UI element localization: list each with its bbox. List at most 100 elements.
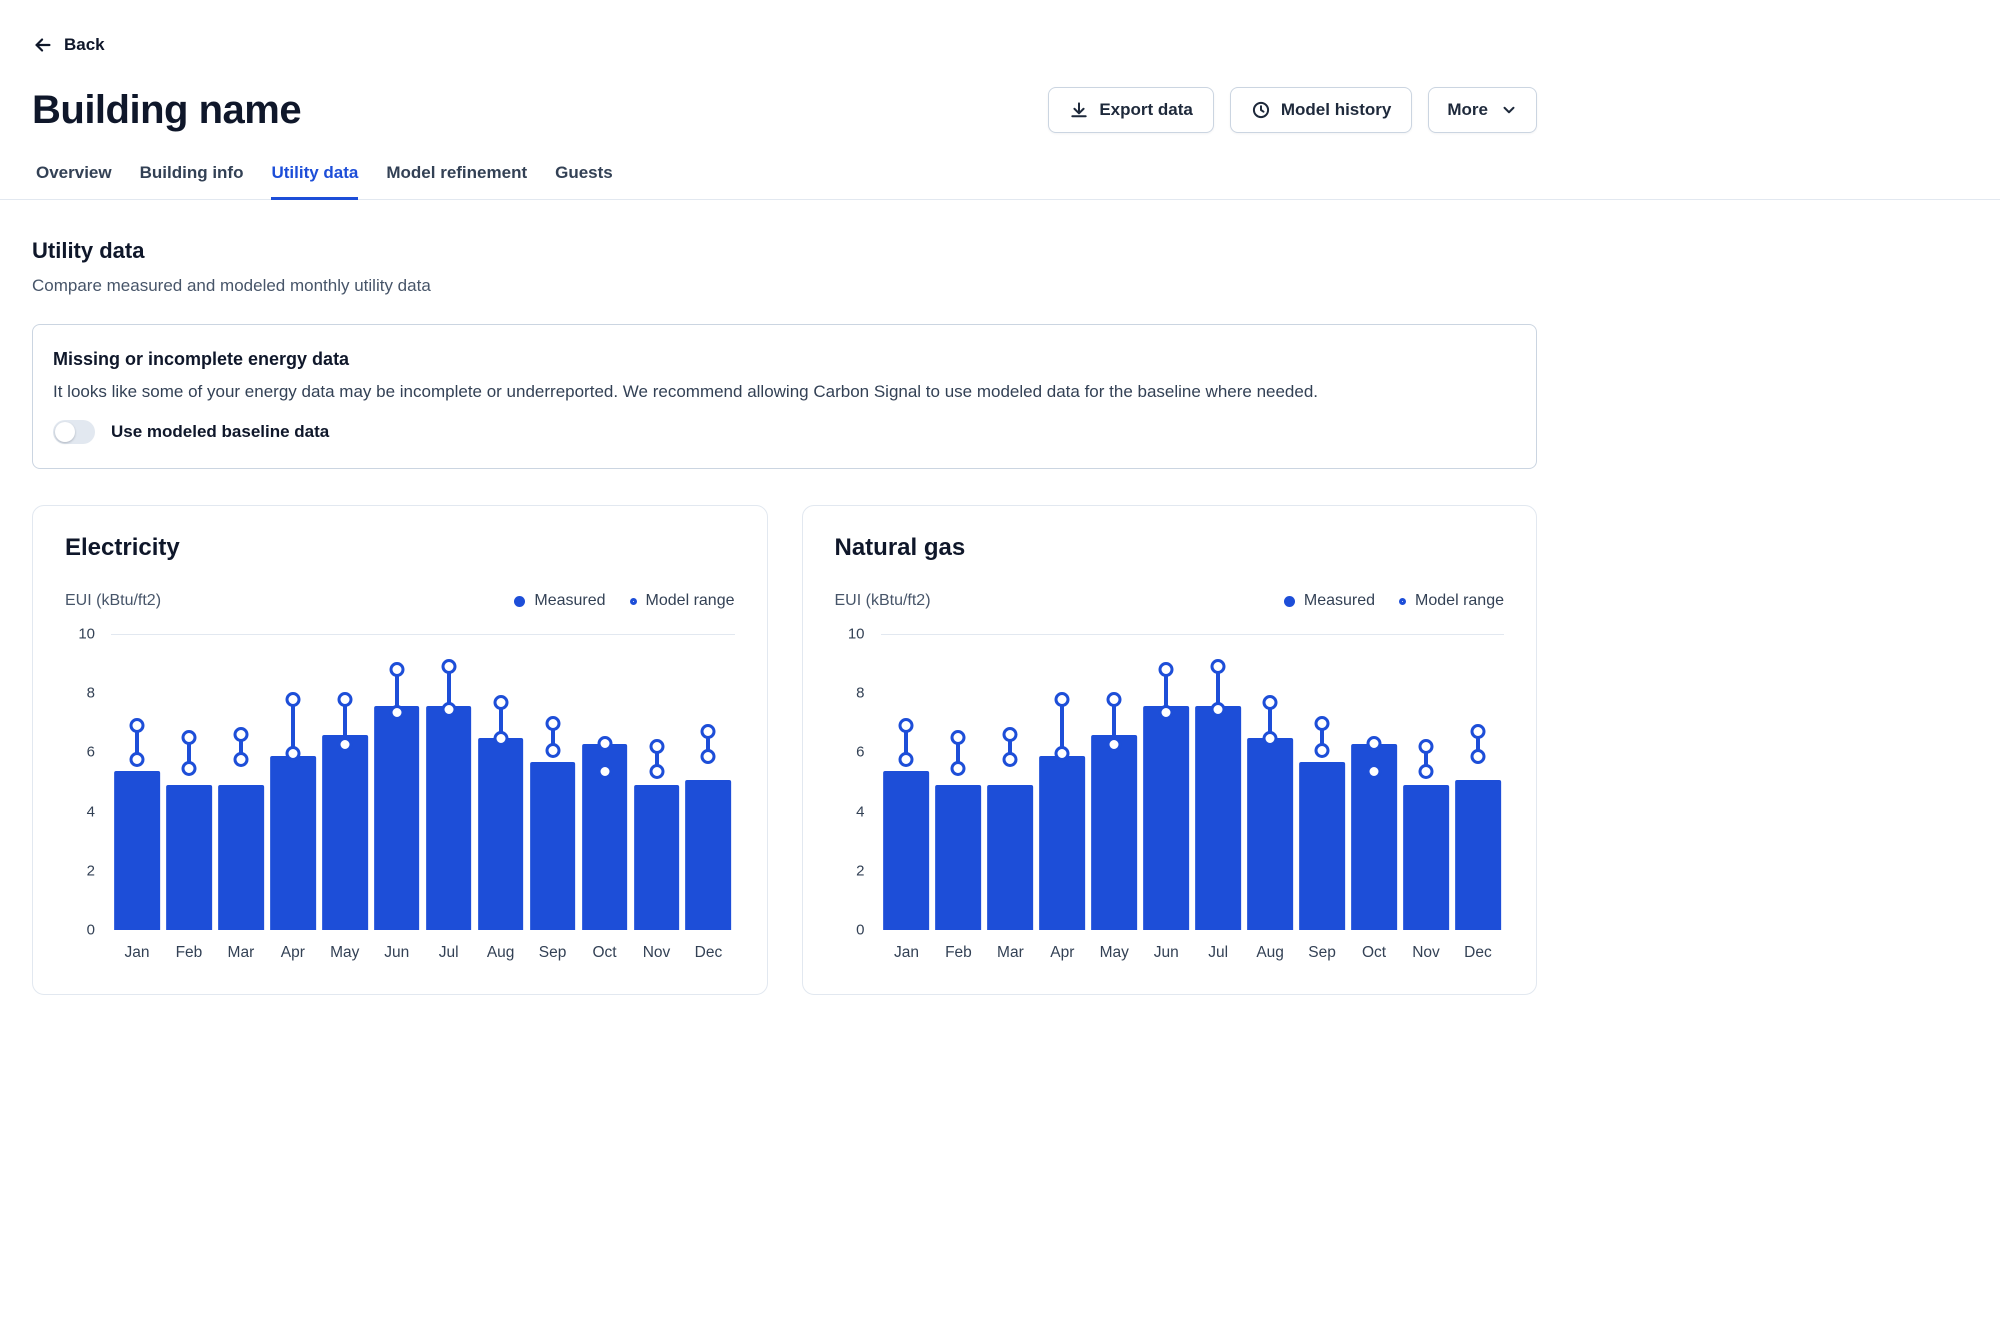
model-history-button[interactable]: Model history	[1230, 87, 1413, 133]
measured-bar	[114, 771, 160, 930]
measured-dot-icon	[1284, 596, 1295, 607]
chart-column	[475, 635, 527, 930]
chart-body: 0246810 JanFebMarAprMayJunJulAugSepOctNo…	[835, 634, 1505, 962]
chart-body: 0246810 JanFebMarAprMayJunJulAugSepOctNo…	[65, 634, 735, 962]
alert-title: Missing or incomplete energy data	[53, 349, 1516, 370]
y-tick-label: 2	[856, 862, 864, 879]
model-range-whisker	[904, 726, 908, 758]
y-tick-label: 8	[856, 685, 864, 702]
tab-model-refinement[interactable]: Model refinement	[386, 163, 527, 200]
chart-column	[371, 635, 423, 930]
x-tick-label: Aug	[475, 944, 527, 962]
measured-dot-icon	[514, 596, 525, 607]
y-tick-label: 10	[78, 626, 95, 643]
model-range-whisker	[1164, 670, 1168, 711]
y-axis-label: EUI (kBtu/ft2)	[65, 592, 161, 610]
y-tick-label: 8	[87, 685, 95, 702]
y-axis-label: EUI (kBtu/ft2)	[835, 592, 931, 610]
chart-column	[579, 635, 631, 930]
tab-building-info[interactable]: Building info	[140, 163, 244, 200]
model-range-ring-icon	[630, 598, 637, 605]
chart-column	[1088, 635, 1140, 930]
y-tick-label: 0	[856, 922, 864, 939]
model-range-whisker	[1320, 724, 1324, 751]
model-range-ring-icon	[1399, 598, 1406, 605]
x-tick-label: Aug	[1244, 944, 1296, 962]
chart-column	[1452, 635, 1504, 930]
chart-column	[1296, 635, 1348, 930]
back-arrow-icon	[32, 34, 54, 56]
y-tick-label: 10	[848, 626, 865, 643]
model-range-whisker	[499, 703, 503, 738]
measured-bar	[884, 771, 930, 930]
page: Back Building name Export data Model his…	[0, 0, 1537, 995]
measured-bar	[1247, 738, 1293, 930]
x-tick-label: Nov	[631, 944, 683, 962]
legend-item-measured: Measured	[514, 592, 605, 610]
model-range-whisker	[1372, 744, 1376, 771]
measured-bar	[166, 785, 212, 930]
alert-body: It looks like some of your energy data m…	[53, 382, 1516, 402]
electricity-chart-card: Electricity EUI (kBtu/ft2) Measured Mode…	[32, 505, 768, 995]
section-subtitle: Compare measured and modeled monthly uti…	[32, 276, 1537, 296]
toggle-knob	[55, 422, 75, 442]
y-tick-label: 4	[87, 803, 95, 820]
toggle-label: Use modeled baseline data	[111, 422, 329, 442]
model-range-whisker	[603, 744, 607, 771]
model-range-whisker	[1060, 700, 1064, 753]
x-tick-label: Oct	[579, 944, 631, 962]
tab-overview[interactable]: Overview	[36, 163, 112, 200]
chart-column	[1192, 635, 1244, 930]
y-tick-label: 4	[856, 803, 864, 820]
missing-data-alert: Missing or incomplete energy data It loo…	[32, 324, 1537, 469]
model-range-whisker	[1476, 732, 1480, 756]
chart-header: EUI (kBtu/ft2) Measured Model range	[835, 592, 1505, 610]
chart-column	[984, 635, 1036, 930]
chart-column	[215, 635, 267, 930]
plot-area: JanFebMarAprMayJunJulAugSepOctNovDec	[881, 634, 1505, 962]
legend-model-range-label: Model range	[1415, 592, 1504, 610]
chart-column	[932, 635, 984, 930]
chart-column	[1348, 635, 1400, 930]
measured-bar	[686, 780, 732, 930]
charts-row: Electricity EUI (kBtu/ft2) Measured Mode…	[32, 505, 1537, 995]
model-range-whisker	[291, 700, 295, 753]
tab-bar: Overview Building info Utility data Mode…	[0, 163, 2000, 200]
measured-bar	[1455, 780, 1501, 930]
natural-gas-chart-card: Natural gas EUI (kBtu/ft2) Measured Mode…	[802, 505, 1538, 995]
more-button[interactable]: More	[1428, 87, 1537, 133]
model-range-whisker	[1112, 700, 1116, 744]
x-tick-label: Apr	[1036, 944, 1088, 962]
y-axis: 0246810	[65, 634, 95, 930]
back-button[interactable]: Back	[32, 34, 105, 56]
clock-icon	[1251, 100, 1271, 120]
export-data-button[interactable]: Export data	[1048, 87, 1214, 133]
tab-utility-data[interactable]: Utility data	[271, 163, 358, 200]
chart-column	[1036, 635, 1088, 930]
measured-bar	[218, 785, 264, 930]
chart-column	[423, 635, 475, 930]
measured-bar	[478, 738, 524, 930]
tab-guests[interactable]: Guests	[555, 163, 613, 200]
use-modeled-baseline-toggle[interactable]	[53, 420, 95, 444]
legend-item-model-range: Model range	[1399, 592, 1504, 610]
chart-header: EUI (kBtu/ft2) Measured Model range	[65, 592, 735, 610]
chart-column	[267, 635, 319, 930]
x-tick-label: Feb	[932, 944, 984, 962]
x-tick-label: Dec	[1452, 944, 1504, 962]
x-tick-label: Sep	[1296, 944, 1348, 962]
model-range-whisker	[956, 738, 960, 768]
chart-title: Natural gas	[835, 534, 1505, 562]
model-range-whisker	[447, 667, 451, 708]
x-tick-label: Mar	[215, 944, 267, 962]
measured-bar	[374, 706, 420, 930]
measured-bar	[1143, 706, 1189, 930]
chart-legend: Measured Model range	[514, 592, 734, 610]
chart-column	[111, 635, 163, 930]
x-tick-label: May	[1088, 944, 1140, 962]
chart-legend: Measured Model range	[1284, 592, 1504, 610]
y-axis: 0246810	[835, 634, 865, 930]
measured-bar	[1403, 785, 1449, 930]
y-tick-label: 6	[87, 744, 95, 761]
x-axis: JanFebMarAprMayJunJulAugSepOctNovDec	[881, 944, 1505, 962]
